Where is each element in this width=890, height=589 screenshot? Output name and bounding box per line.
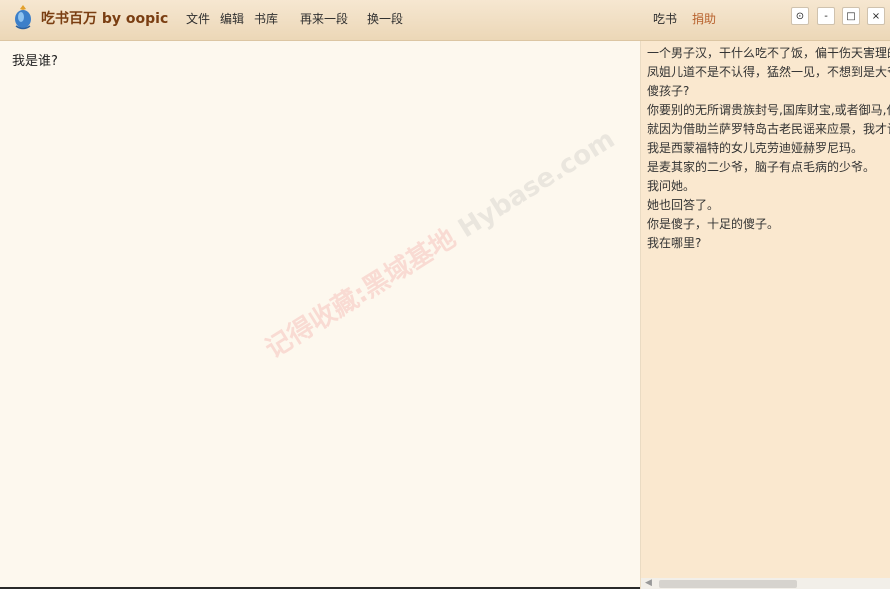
- settings-button[interactable]: ⊙: [791, 7, 809, 25]
- change-paragraph-button[interactable]: 换一段: [367, 10, 403, 27]
- minimize-button[interactable]: -: [817, 7, 835, 25]
- side-line: 是麦其家的二少爷，脑子有点毛病的少爷。: [647, 160, 876, 174]
- editor-text: 我是谁?: [12, 54, 58, 69]
- side-line: 就因为借助兰萨罗特岛古老民谣来应景，我才记: [647, 122, 890, 136]
- close-button[interactable]: ×: [867, 7, 885, 25]
- horizontal-scrollbar[interactable]: ◀: [641, 578, 890, 589]
- side-line: 傻孩子?: [647, 84, 690, 98]
- side-line: 我是西蒙福特的女儿克劳迪娅赫罗尼玛。: [647, 141, 864, 155]
- side-line: 凤姐儿道不是不认得，猛然一见，不想到是大爷: [647, 65, 890, 79]
- menu-edit[interactable]: 编辑: [220, 10, 244, 27]
- text-editor[interactable]: 我是谁?: [0, 41, 640, 589]
- close-icon: ×: [871, 11, 881, 22]
- minimize-icon: -: [824, 11, 828, 22]
- side-line: 我在哪里?: [647, 236, 702, 250]
- side-line: 我问她。: [647, 179, 696, 193]
- app-title: 吃书百万 by oopic: [41, 11, 169, 27]
- maximize-button[interactable]: □: [842, 7, 860, 25]
- scrollbar-thumb[interactable]: [659, 580, 797, 588]
- side-line-list: 一个男子汉，干什么吃不了饭，偏干伤天害理的 凤姐儿道不是不认得，猛然一见，不想到…: [647, 44, 890, 253]
- title-bar: 吃书百万 by oopic 文件 编辑 书库 再来一段 换一段 吃书 捐助 ⊙ …: [0, 0, 890, 41]
- app-logo-icon: [15, 5, 31, 30]
- side-line: 你是傻子，十足的傻子。: [647, 217, 780, 231]
- side-line: 一个男子汉，干什么吃不了饭，偏干伤天害理的: [647, 46, 890, 60]
- scroll-left-icon[interactable]: ◀: [645, 578, 652, 589]
- side-line: 她也回答了。: [647, 198, 720, 212]
- donate-link[interactable]: 捐助: [692, 10, 716, 27]
- menu-file[interactable]: 文件: [186, 10, 210, 27]
- menu-library[interactable]: 书库: [254, 10, 278, 27]
- maximize-icon: □: [846, 11, 856, 22]
- another-paragraph-button[interactable]: 再来一段: [300, 10, 348, 27]
- side-line: 你要别的无所谓贵族封号,国库财宝,或者御马,任: [647, 103, 890, 117]
- eat-book-button[interactable]: 吃书: [653, 10, 677, 27]
- side-panel: 一个男子汉，干什么吃不了饭，偏干伤天害理的 凤姐儿道不是不认得，猛然一见，不想到…: [641, 41, 890, 589]
- settings-icon: ⊙: [795, 11, 805, 22]
